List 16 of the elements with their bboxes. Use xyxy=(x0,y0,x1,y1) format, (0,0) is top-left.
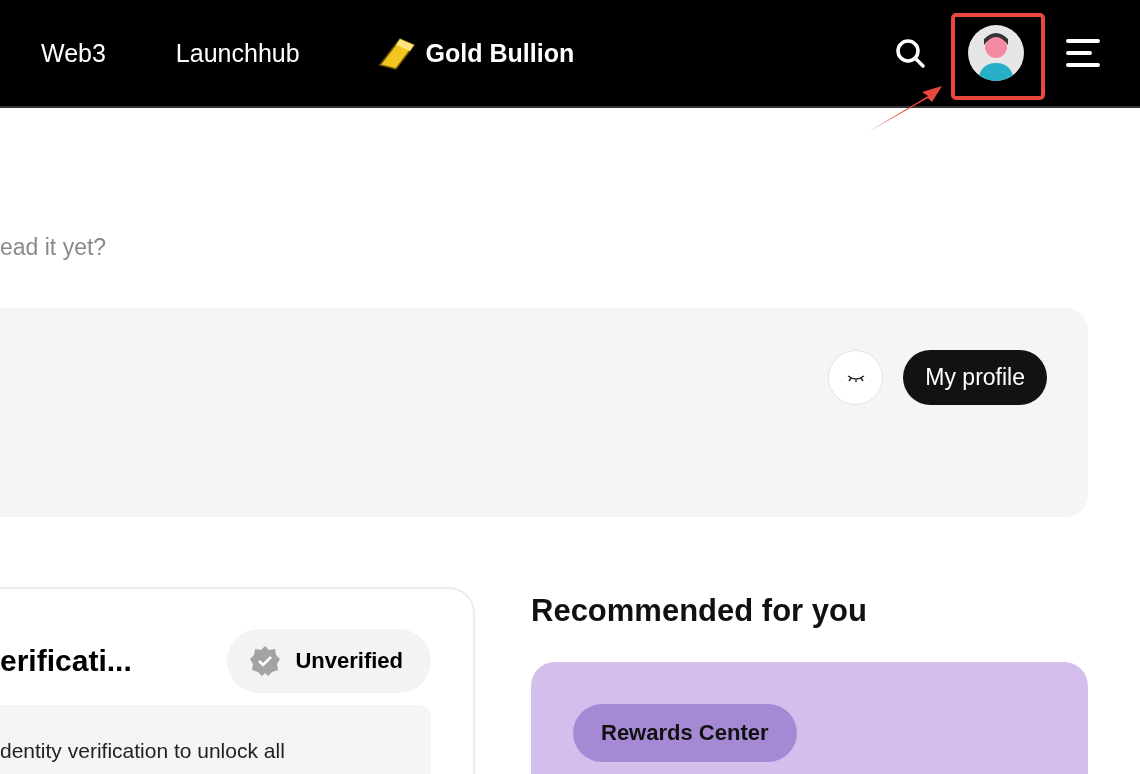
verified-badge-icon xyxy=(249,645,282,677)
rewards-center-tag[interactable]: Rewards Center xyxy=(573,704,797,762)
status-text: Unverified xyxy=(295,648,403,674)
menu-icon[interactable] xyxy=(1066,38,1100,68)
verification-message: dentity verification to unlock all xyxy=(0,705,431,774)
nav-link[interactable]: Web3 xyxy=(41,38,106,68)
bullion-bar-icon xyxy=(377,35,418,71)
section-heading: Recommended for you xyxy=(531,593,868,629)
card-title: erificati... xyxy=(0,644,132,678)
avatar-icon[interactable] xyxy=(968,25,1024,81)
my-profile-button[interactable]: My profile xyxy=(903,350,1047,405)
closed-eye-icon xyxy=(845,372,866,383)
nav-link[interactable]: Launchhub xyxy=(175,38,300,68)
nav-link[interactable]: Gold Bullion xyxy=(377,35,575,71)
prompt-text: ead it yet? xyxy=(0,234,108,262)
search-icon[interactable] xyxy=(894,37,926,69)
